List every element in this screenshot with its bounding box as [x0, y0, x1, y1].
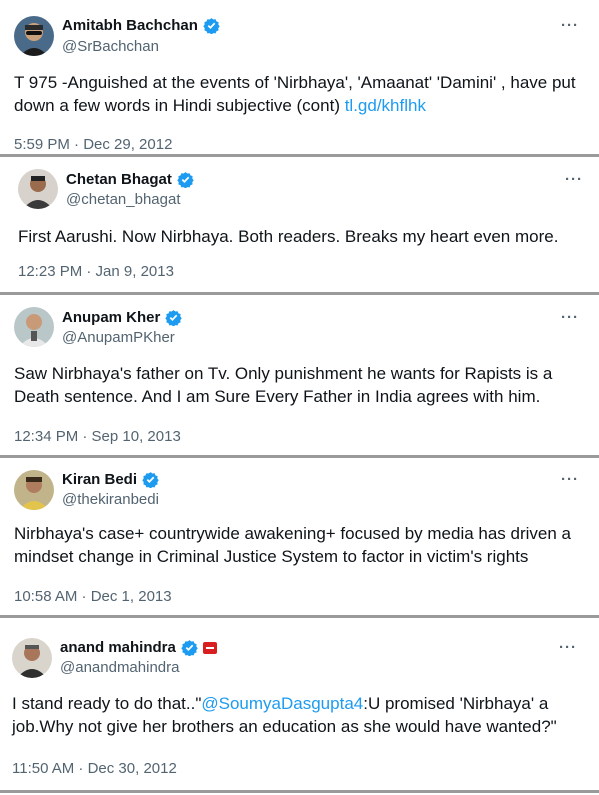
author-name[interactable]: anand mahindra	[60, 639, 217, 656]
author-name-text: Amitabh Bachchan	[62, 17, 198, 34]
tweet-text: I stand ready to do that.."@SoumyaDasgup…	[12, 692, 584, 738]
verified-badge-icon	[203, 18, 220, 34]
author-name-text: Chetan Bhagat	[66, 171, 172, 188]
author-handle[interactable]: @AnupamPKher	[62, 329, 175, 346]
more-options-icon[interactable]: ···	[565, 171, 583, 188]
tweet-timestamp[interactable]: 10:58 AM · Dec 1, 2013	[14, 588, 172, 605]
affiliate-badge-icon[interactable]	[202, 641, 217, 654]
tweet-card[interactable]: Kiran Bedi @thekiranbedi ··· Nirbhaya's …	[0, 458, 599, 615]
tweet-text: Saw Nirbhaya's father on Tv. Only punish…	[14, 364, 553, 406]
tweet-text-content: T 975 -Anguished at the events of 'Nirbh…	[14, 73, 576, 115]
avatar[interactable]	[14, 307, 54, 347]
author-name[interactable]: Amitabh Bachchan	[62, 17, 220, 34]
tweet-text: T 975 -Anguished at the events of 'Nirbh…	[14, 71, 584, 117]
tweet-text-content: I stand ready to do that.."	[12, 694, 202, 713]
verified-badge-icon	[177, 172, 194, 188]
verified-badge-icon	[181, 640, 198, 656]
tweet-card[interactable]: Anupam Kher @AnupamPKher ··· Saw Nirbhay…	[0, 295, 599, 455]
verified-badge-icon	[142, 472, 159, 488]
tweet-card[interactable]: anand mahindra @anandmahindra ··· I stan…	[0, 618, 599, 790]
author-handle[interactable]: @thekiranbedi	[62, 491, 159, 508]
author-name[interactable]: Chetan Bhagat	[66, 171, 194, 188]
tweet-text: Nirbhaya's case+ countrywide awakening+ …	[14, 524, 572, 566]
avatar[interactable]	[18, 169, 58, 209]
more-options-icon[interactable]: ···	[559, 639, 577, 656]
author-name-text: Anupam Kher	[62, 309, 161, 326]
author-handle[interactable]: @anandmahindra	[60, 659, 179, 676]
tweet-timestamp[interactable]: 11:50 AM · Dec 30, 2012	[12, 760, 177, 777]
author-handle[interactable]: @chetan_bhagat	[66, 191, 181, 208]
tweet-card[interactable]: Chetan Bhagat @chetan_bhagat ··· First A…	[4, 157, 599, 292]
more-options-icon[interactable]: ···	[561, 471, 579, 488]
more-options-icon[interactable]: ···	[561, 17, 579, 34]
avatar[interactable]	[14, 16, 54, 56]
avatar[interactable]	[14, 470, 54, 510]
more-options-icon[interactable]: ···	[561, 309, 579, 326]
author-handle[interactable]: @SrBachchan	[62, 38, 159, 55]
tweet-card[interactable]: Amitabh Bachchan @SrBachchan ··· T 975 -…	[0, 0, 599, 154]
tweet-timestamp[interactable]: 5:59 PM · Dec 29, 2012	[14, 136, 172, 153]
author-name[interactable]: Kiran Bedi	[62, 471, 159, 488]
tweet-text: First Aarushi. Now Nirbhaya. Both reader…	[18, 227, 559, 246]
author-name-text: Kiran Bedi	[62, 471, 138, 488]
divider	[0, 790, 599, 793]
tweet-link[interactable]: tl.gd/khflhk	[345, 96, 426, 115]
mention-link[interactable]: @SoumyaDasgupta4	[201, 694, 363, 713]
verified-badge-icon	[165, 310, 183, 326]
author-name-text: anand mahindra	[60, 639, 176, 656]
tweet-timestamp[interactable]: 12:34 PM · Sep 10, 2013	[14, 428, 181, 445]
tweet-timestamp[interactable]: 12:23 PM · Jan 9, 2013	[18, 263, 174, 280]
author-name[interactable]: Anupam Kher	[62, 309, 183, 326]
avatar[interactable]	[12, 638, 52, 678]
